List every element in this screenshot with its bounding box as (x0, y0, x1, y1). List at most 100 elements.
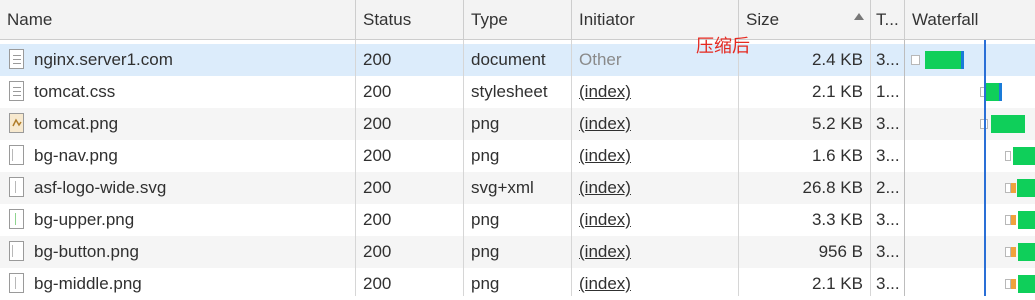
name-cell[interactable]: bg-upper.png (0, 204, 355, 236)
time-value: 3... (876, 242, 900, 261)
table-row[interactable]: bg-upper.png 200 png (index) 3.3 KB 3... (0, 204, 1035, 236)
type-value: png (471, 114, 500, 133)
time-cell: 2... (871, 172, 904, 204)
table-row[interactable]: nginx.server1.com 200 document Other 2.4 KB 3… (0, 44, 1035, 76)
name-cell[interactable]: asf-logo-wide.svg (0, 172, 355, 204)
status-value-cell: 200 (356, 204, 463, 236)
initiator-link[interactable]: (index) (579, 242, 631, 261)
time-value: 1... (876, 82, 900, 101)
type-value: stylesheet (471, 82, 548, 101)
column-header-time[interactable]: T... (871, 0, 905, 39)
image-thumbnail-icon (9, 177, 24, 197)
name-cell[interactable]: tomcat.png (0, 108, 355, 140)
sort-ascending-icon (854, 13, 864, 20)
size-value: 2.4 KB (811, 50, 863, 69)
column-header-time-label: T... (876, 10, 899, 29)
waterfall-download-bar[interactable] (1018, 211, 1035, 229)
request-name: bg-upper.png (34, 210, 135, 229)
name-cell[interactable]: tomcat.css (0, 76, 355, 108)
table-row[interactable]: bg-button.png 200 png (index) 956 B 3... (0, 236, 1035, 268)
waterfall-download-bar[interactable] (986, 83, 1000, 101)
waterfall-download-bar[interactable] (1017, 179, 1035, 197)
annotation-text: 压缩后 (696, 36, 750, 57)
size-value-cell: 2.1 KB (739, 268, 870, 300)
type-value-cell: png (464, 108, 571, 140)
document-icon (9, 49, 24, 69)
status-value: 200 (363, 50, 392, 69)
table-row[interactable]: tomcat.css 200 stylesheet (index) 2.1 KB 1... (0, 76, 1035, 108)
type-value-cell: document (464, 44, 571, 76)
column-header-size[interactable]: Size (739, 0, 871, 39)
waterfall-download-bar[interactable] (991, 115, 1025, 133)
initiator-link-cell: (index) (572, 172, 738, 204)
time-value: 3... (876, 210, 900, 229)
request-name: asf-logo-wide.svg (34, 178, 167, 197)
waterfall-queue-segment (1005, 151, 1011, 161)
name-cell[interactable]: bg-nav.png (0, 140, 355, 172)
waterfall-download-bar[interactable] (1018, 275, 1035, 293)
request-name: tomcat.png (34, 114, 119, 133)
column-divider (904, 40, 905, 296)
status-value-cell: 200 (356, 140, 463, 172)
column-divider (870, 40, 871, 296)
initiator-link-cell: (index) (572, 236, 738, 268)
status-value: 200 (363, 146, 392, 165)
time-cell: 3... (871, 140, 904, 172)
column-header-type[interactable]: Type (464, 0, 572, 39)
stylesheet-icon (9, 81, 24, 101)
image-thumbnail-icon (9, 209, 24, 229)
dom-content-loaded-marker (984, 40, 986, 296)
initiator-link[interactable]: (index) (579, 114, 631, 133)
waterfall-content-segment (999, 83, 1002, 101)
waterfall-connect-segment (1011, 215, 1016, 225)
size-value-cell: 5.2 KB (739, 108, 870, 140)
column-divider (355, 40, 356, 296)
size-value-cell: 2.4 KB (739, 44, 870, 76)
initiator-link[interactable]: (index) (579, 178, 631, 197)
initiator-link[interactable]: (index) (579, 210, 631, 229)
status-value-cell: 200 (356, 268, 463, 300)
table-row[interactable]: tomcat.png 200 png (index) 5.2 KB 3... (0, 108, 1035, 140)
status-value: 200 (363, 274, 392, 293)
table-row[interactable]: asf-logo-wide.svg 200 svg+xml (index) 26.8 K… (0, 172, 1035, 204)
table-row[interactable]: bg-nav.png 200 png (index) 1.6 KB 3... (0, 140, 1035, 172)
network-table-header: Name Status Type Initiator Size T... Wat… (0, 0, 1035, 40)
waterfall-connect-segment (1011, 247, 1016, 257)
type-value: png (471, 274, 500, 293)
time-cell: 3... (871, 204, 904, 236)
request-name: nginx.server1.com (34, 50, 173, 69)
time-cell: 3... (871, 44, 904, 76)
initiator-link-cell: (index) (572, 268, 738, 300)
waterfall-download-bar[interactable] (925, 51, 962, 69)
column-header-status[interactable]: Status (356, 0, 464, 39)
waterfall-download-bar[interactable] (1013, 147, 1035, 165)
initiator-link-cell: (index) (572, 140, 738, 172)
column-header-waterfall-label: Waterfall (912, 10, 979, 29)
size-value: 2.1 KB (811, 274, 863, 293)
initiator-link[interactable]: (index) (579, 146, 631, 165)
status-value-cell: 200 (356, 236, 463, 268)
waterfall-download-bar[interactable] (1018, 243, 1035, 261)
size-value-cell: 26.8 KB (739, 172, 870, 204)
column-header-waterfall[interactable]: Waterfall (905, 0, 1035, 39)
size-value-cell: 956 B (739, 236, 870, 268)
size-value-cell: 3.3 KB (739, 204, 870, 236)
initiator-link[interactable]: (index) (579, 82, 631, 101)
name-cell[interactable]: bg-middle.png (0, 268, 355, 300)
time-cell: 3... (871, 268, 904, 300)
name-cell[interactable]: bg-button.png (0, 236, 355, 268)
table-row[interactable]: bg-middle.png 200 png (index) 2.1 KB 3... (0, 268, 1035, 300)
type-value: png (471, 210, 500, 229)
initiator-link-cell: (index) (572, 204, 738, 236)
time-value: 3... (876, 114, 900, 133)
request-name: bg-button.png (34, 242, 139, 261)
size-value: 5.2 KB (811, 114, 863, 133)
name-cell[interactable]: nginx.server1.com (0, 44, 355, 76)
column-header-name-label: Name (7, 10, 53, 29)
type-value-cell: png (464, 140, 571, 172)
column-divider (463, 40, 464, 296)
initiator-link[interactable]: (index) (579, 274, 631, 293)
column-header-name[interactable]: Name (0, 0, 356, 39)
column-divider (738, 40, 739, 296)
waterfall-content-segment (961, 51, 964, 69)
